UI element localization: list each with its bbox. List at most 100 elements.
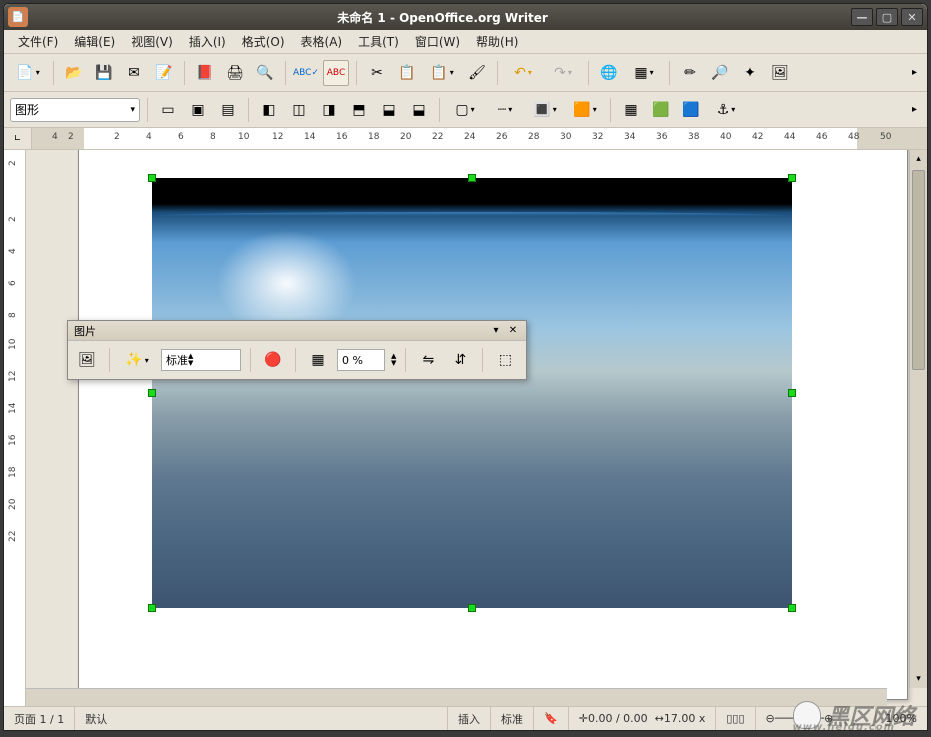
borders-button[interactable]: ▢ [447, 97, 483, 123]
insert-table-button[interactable]: ▦ [626, 60, 662, 86]
format-toolbar: 图形 ▾ ▭ ▣ ▤ ◧ ◫ ◨ ⬒ ⬓ ⬓ ▢ ┈ 🔳 🟧 ▦ 🟩 🟦 ⚓ ▸ [4, 92, 927, 128]
picture-toolbar-window[interactable]: 图片 ▾ ✕ 🖼 ✨ 标准 ▲▼ 🔴 ▦ [67, 320, 527, 380]
app-icon: 📄 [8, 7, 28, 27]
resize-handle-tm[interactable] [468, 174, 476, 182]
scroll-thumb[interactable] [912, 170, 925, 370]
align-left-button[interactable]: ◧ [256, 97, 282, 123]
menu-tools[interactable]: 工具(T) [350, 31, 407, 52]
save-button[interactable]: 💾 [91, 60, 117, 86]
frame-props-button[interactable]: ⬚ [492, 347, 518, 373]
border-color-button[interactable]: 🔳 [527, 97, 563, 123]
edit-file-button[interactable]: 📝 [151, 60, 177, 86]
resize-handle-br[interactable] [788, 604, 796, 612]
style-combo[interactable]: 图形 ▾ [10, 98, 140, 122]
minimize-button[interactable]: — [851, 8, 873, 26]
background-color-button[interactable]: 🟧 [567, 97, 603, 123]
color-button[interactable]: 🔴 [260, 347, 286, 373]
horizontal-ruler[interactable]: ∟ 4 2 2 4 6 8 10 12 14 16 18 20 22 24 26… [4, 128, 927, 150]
open-button[interactable]: 📂 [61, 60, 87, 86]
scroll-down-icon[interactable]: ▾ [910, 670, 927, 688]
format-paintbrush-button[interactable]: 🖌 [464, 60, 490, 86]
wrap-through-button[interactable]: ▤ [215, 97, 241, 123]
chevron-down-icon: ▾ [130, 105, 135, 115]
undo-button[interactable]: ↶ [505, 60, 541, 86]
align-center-h-button[interactable]: ◫ [286, 97, 312, 123]
menubar: 文件(F) 编辑(E) 视图(V) 插入(I) 格式(O) 表格(A) 工具(T… [4, 30, 927, 54]
menu-insert[interactable]: 插入(I) [181, 31, 234, 52]
filter-button[interactable]: ✨ [119, 347, 155, 373]
spellcheck-button[interactable]: ABC✓ [293, 60, 319, 86]
maximize-button[interactable]: ▢ [876, 8, 898, 26]
menu-table[interactable]: 表格(A) [293, 31, 351, 52]
picture-toolbar-dropdown-icon[interactable]: ▾ [489, 324, 503, 338]
redo-button[interactable]: ↷ [545, 60, 581, 86]
ruler-h-track: 4 2 2 4 6 8 10 12 14 16 18 20 22 24 26 2… [32, 128, 927, 149]
menu-file[interactable]: 文件(F) [10, 31, 66, 52]
toolbar-overflow-icon[interactable]: ▸ [912, 104, 921, 115]
print-preview-button[interactable]: 🔍 [252, 60, 278, 86]
picture-toolbar-titlebar[interactable]: 图片 ▾ ✕ [68, 321, 526, 341]
export-pdf-button[interactable]: 📕 [192, 60, 218, 86]
status-selection-mode[interactable]: 标准 [491, 707, 534, 730]
menu-view[interactable]: 视图(V) [123, 31, 181, 52]
find-replace-button[interactable]: 🔎 [707, 60, 733, 86]
transparency-icon: ▦ [305, 347, 331, 373]
autospell-button[interactable]: ABC [323, 60, 349, 86]
paste-button[interactable]: 📋 [424, 60, 460, 86]
flip-h-button[interactable]: ⇋ [415, 347, 441, 373]
cut-button[interactable]: ✂ [364, 60, 390, 86]
border-style-button[interactable]: ┈ [487, 97, 523, 123]
resize-handle-mr[interactable] [788, 389, 796, 397]
picture-toolbar-close-icon[interactable]: ✕ [506, 324, 520, 338]
status-insert-mode[interactable]: 插入 [448, 707, 491, 730]
anchor-button[interactable]: ⚓ [708, 97, 744, 123]
resize-handle-bm[interactable] [468, 604, 476, 612]
frame-properties-button[interactable]: ▦ [618, 97, 644, 123]
selected-image[interactable] [152, 178, 792, 608]
copy-button[interactable]: 📋 [394, 60, 420, 86]
watermark-url: www.heidu.com [793, 722, 896, 733]
menu-window[interactable]: 窗口(W) [407, 31, 468, 52]
toolbar-overflow-icon[interactable]: ▸ [912, 67, 921, 78]
resize-handle-tl[interactable] [148, 174, 156, 182]
resize-handle-tr[interactable] [788, 174, 796, 182]
align-right-button[interactable]: ◨ [316, 97, 342, 123]
picture-toolbar-title: 图片 [74, 323, 96, 339]
bring-front-button[interactable]: 🟩 [648, 97, 674, 123]
transparency-spin-icon[interactable]: ▲▼ [391, 353, 396, 367]
mail-button[interactable]: ✉ [121, 60, 147, 86]
status-view-layout[interactable]: ▯▯▯ [716, 707, 755, 730]
menu-format[interactable]: 格式(O) [234, 31, 293, 52]
print-button[interactable]: 🖨 [222, 60, 248, 86]
status-style[interactable]: 默认 [75, 707, 448, 730]
watermark: 黑区网络 www.heidu.com [793, 699, 915, 731]
wrap-off-button[interactable]: ▭ [155, 97, 181, 123]
vertical-scrollbar[interactable]: ▴ ▾ [909, 150, 927, 688]
graphics-mode-combo[interactable]: 标准 ▲▼ [161, 349, 241, 371]
align-center-v-button[interactable]: ⬓ [376, 97, 402, 123]
resize-handle-bl[interactable] [148, 604, 156, 612]
menu-edit[interactable]: 编辑(E) [66, 31, 123, 52]
titlebar: 📄 未命名 1 - OpenOffice.org Writer — ▢ ✕ [4, 4, 927, 30]
align-top-button[interactable]: ⬒ [346, 97, 372, 123]
horizontal-scrollbar[interactable] [26, 688, 887, 706]
transparency-spinner[interactable]: 0 % [337, 349, 385, 371]
flip-v-button[interactable]: ⇵ [447, 347, 473, 373]
document-canvas[interactable]: 图片 ▾ ✕ 🖼 ✨ 标准 ▲▼ 🔴 ▦ [26, 150, 927, 706]
close-button[interactable]: ✕ [901, 8, 923, 26]
status-signature-icon[interactable]: 🔖 [534, 707, 569, 730]
insert-picture-button[interactable]: 🖼 [74, 347, 100, 373]
status-page[interactable]: 页面 1 / 1 [4, 707, 75, 730]
hyperlink-button[interactable]: 🌐 [596, 60, 622, 86]
navigator-button[interactable]: ✦ [737, 60, 763, 86]
scroll-up-icon[interactable]: ▴ [910, 150, 927, 168]
resize-handle-ml[interactable] [148, 389, 156, 397]
align-bottom-button[interactable]: ⬓ [406, 97, 432, 123]
send-back-button[interactable]: 🟦 [678, 97, 704, 123]
gallery-button[interactable]: 🖼 [767, 60, 793, 86]
wrap-on-button[interactable]: ▣ [185, 97, 211, 123]
vertical-ruler[interactable]: 2 2 4 6 8 10 12 14 16 18 20 22 [4, 150, 26, 706]
show-draw-button[interactable]: ✏ [677, 60, 703, 86]
menu-help[interactable]: 帮助(H) [468, 31, 526, 52]
new-doc-button[interactable]: 📄 [10, 60, 46, 86]
